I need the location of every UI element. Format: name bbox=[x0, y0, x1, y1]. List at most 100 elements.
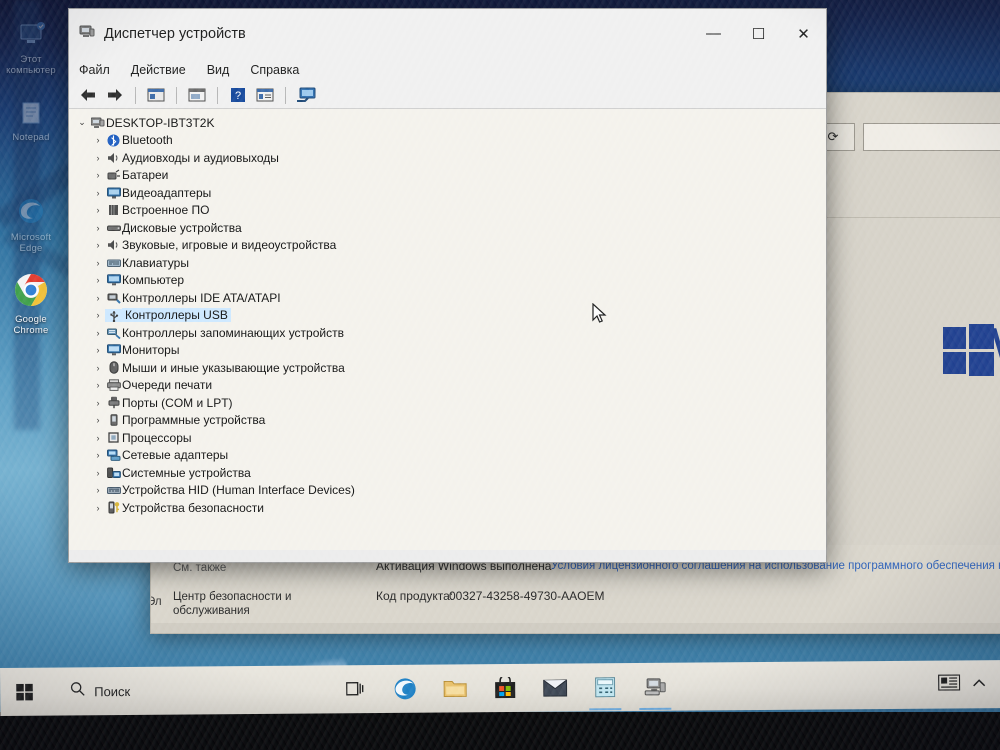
chevron-right-icon[interactable]: › bbox=[91, 415, 105, 425]
chevron-right-icon[interactable]: › bbox=[91, 275, 105, 285]
chevron-right-icon[interactable]: › bbox=[91, 188, 105, 198]
tree-item-ports[interactable]: › Порты (COM и LPT) bbox=[69, 394, 826, 412]
tree-item-hid-device[interactable]: › Устройства HID (Human Interface Devices… bbox=[69, 482, 826, 500]
chevron-right-icon[interactable]: › bbox=[91, 240, 105, 250]
chevron-right-icon[interactable]: › bbox=[91, 398, 105, 408]
microsoft-edge-icon[interactable] bbox=[380, 665, 430, 713]
file-explorer-icon[interactable] bbox=[430, 664, 480, 712]
chevron-right-icon[interactable]: › bbox=[91, 153, 105, 163]
menu-bar[interactable]: Файл Действие Вид Справка bbox=[69, 58, 826, 82]
monitor-icon bbox=[105, 344, 122, 356]
tree-item-label: Контроллеры USB bbox=[122, 308, 231, 323]
chevron-right-icon[interactable]: › bbox=[91, 363, 105, 373]
tree-item-firmware[interactable]: › Встроенное ПО bbox=[69, 202, 826, 220]
toolbar[interactable]: ? bbox=[69, 82, 826, 109]
tree-root-item[interactable]: ⌄ DESKTOP-IBT3T2K bbox=[69, 114, 826, 132]
menu-item-file[interactable]: Файл bbox=[79, 63, 110, 77]
show-hidden-icons-chevron-icon[interactable] bbox=[972, 675, 986, 693]
tree-item-system-device[interactable]: › Системные устройства bbox=[69, 464, 826, 482]
toolbar-separator bbox=[285, 86, 286, 104]
chevron-right-icon[interactable]: › bbox=[91, 170, 105, 180]
minimize-button[interactable]: — bbox=[691, 9, 736, 58]
device-tree[interactable]: ⌄ DESKTOP-IBT3T2K › Bluetooth › Аудиовходы … bbox=[69, 109, 826, 550]
system-search-input[interactable] bbox=[863, 123, 1000, 151]
desktop-icon-this-pc[interactable]: Этот компьютер bbox=[0, 22, 62, 76]
news-and-interests-icon[interactable] bbox=[937, 673, 961, 695]
menu-item-view[interactable]: Вид bbox=[207, 63, 230, 77]
task-view-icon[interactable] bbox=[330, 665, 380, 713]
show-console-tree-icon[interactable] bbox=[145, 85, 167, 105]
tree-item-network-adapter[interactable]: › Сетевые адаптеры bbox=[69, 447, 826, 465]
chevron-right-icon[interactable]: › bbox=[91, 293, 105, 303]
tree-item-monitor[interactable]: › Мониторы bbox=[69, 342, 826, 360]
properties-icon[interactable] bbox=[186, 85, 208, 105]
tree-item-mouse[interactable]: › Мыши и иные указывающие устройства bbox=[69, 359, 826, 377]
product-key-label: Код продукта: bbox=[376, 589, 454, 603]
chevron-right-icon[interactable]: › bbox=[91, 345, 105, 355]
chevron-right-icon[interactable]: › bbox=[91, 135, 105, 145]
tree-item-battery[interactable]: › Батареи bbox=[69, 167, 826, 185]
tree-item-label: Устройства безопасности bbox=[122, 500, 264, 515]
title-bar[interactable]: Диспетчер устройств — ☐ ✕ bbox=[69, 9, 826, 58]
tree-item-label: Порты (COM и LPT) bbox=[122, 395, 233, 410]
microsoft-store-icon[interactable] bbox=[480, 664, 530, 712]
chevron-right-icon[interactable]: › bbox=[91, 205, 105, 215]
tree-item-display-adapter[interactable]: › Видеоадаптеры bbox=[69, 184, 826, 202]
chevron-right-icon[interactable]: › bbox=[91, 503, 105, 513]
scan-hardware-changes-icon[interactable] bbox=[295, 85, 317, 105]
calculator-icon[interactable] bbox=[580, 663, 630, 711]
chevron-right-icon[interactable]: › bbox=[91, 468, 105, 478]
update-driver-icon[interactable] bbox=[254, 85, 276, 105]
storage-controller-icon bbox=[105, 327, 122, 339]
chevron-right-icon[interactable]: › bbox=[91, 485, 105, 495]
device-manager-window[interactable]: Диспетчер устройств — ☐ ✕ Файл Действие … bbox=[68, 8, 827, 563]
system-tray[interactable] bbox=[937, 673, 1000, 695]
tree-item-keyboard[interactable]: › Клавиатуры bbox=[69, 254, 826, 272]
taskbar[interactable]: Поиск bbox=[0, 660, 1000, 716]
tree-item-label: Компьютер bbox=[122, 273, 185, 288]
desktop-icon-label: Microsoft Edge bbox=[10, 232, 52, 254]
see-also-link[interactable]: Центр безопасности и обслуживания bbox=[173, 590, 323, 618]
chevron-right-icon[interactable]: › bbox=[91, 380, 105, 390]
chevron-right-icon[interactable]: › bbox=[91, 258, 105, 268]
tree-children: › Bluetooth › Аудиовходы и аудиовыходы › Бата… bbox=[69, 132, 826, 517]
menu-item-action[interactable]: Действие bbox=[131, 63, 186, 77]
desktop-icon-chrome[interactable]: Google Chrome bbox=[0, 272, 62, 336]
tree-item-sound-video-game[interactable]: › Звуковые, игровые и видеоустройства bbox=[69, 237, 826, 255]
chevron-right-icon[interactable]: › bbox=[91, 433, 105, 443]
see-also-heading: См. также bbox=[173, 562, 227, 574]
tree-item-audio-io[interactable]: › Аудиовходы и аудиовыходы bbox=[69, 149, 826, 167]
chevron-right-icon[interactable]: › bbox=[91, 450, 105, 460]
forward-icon[interactable] bbox=[104, 85, 126, 105]
back-icon[interactable] bbox=[77, 85, 99, 105]
tree-item-software-device[interactable]: › Программные устройства bbox=[69, 412, 826, 430]
chevron-right-icon[interactable]: › bbox=[91, 223, 105, 233]
computer-icon bbox=[105, 274, 122, 286]
tree-item-label: Батареи bbox=[122, 168, 169, 183]
tree-item-computer[interactable]: › Компьютер bbox=[69, 272, 826, 290]
chevron-down-icon[interactable]: ⌄ bbox=[75, 117, 89, 128]
tree-item-security-device[interactable]: › Устройства безопасности bbox=[69, 499, 826, 517]
software-device-icon bbox=[105, 414, 122, 427]
desktop-icon-notepad[interactable]: Notepad bbox=[0, 100, 62, 144]
mail-icon[interactable] bbox=[530, 663, 580, 711]
desktop-icon-edge[interactable]: Microsoft Edge bbox=[0, 196, 62, 254]
chevron-right-icon[interactable]: › bbox=[91, 328, 105, 338]
help-icon[interactable]: ? bbox=[227, 85, 249, 105]
device-manager-taskbar-icon[interactable] bbox=[630, 663, 680, 711]
windows-start-icon[interactable] bbox=[0, 668, 48, 716]
tree-item-disk-drive[interactable]: › Дисковые устройства bbox=[69, 219, 826, 237]
tree-item-print-queue[interactable]: › Очереди печати bbox=[69, 377, 826, 395]
chevron-right-icon[interactable]: › bbox=[91, 310, 105, 320]
maximize-button[interactable]: ☐ bbox=[736, 9, 781, 58]
tree-item-usb-controller[interactable]: › Контроллеры USB bbox=[69, 307, 826, 325]
tree-item-bluetooth[interactable]: › Bluetooth bbox=[69, 132, 826, 150]
close-button[interactable]: ✕ bbox=[781, 9, 826, 58]
tree-item-storage-controller[interactable]: › Контроллеры запоминающих устройств bbox=[69, 324, 826, 342]
search-input[interactable]: Поиск bbox=[70, 681, 130, 701]
tree-item-ide-controller[interactable]: › Контроллеры IDE ATA/ATAPI bbox=[69, 289, 826, 307]
menu-item-help[interactable]: Справка bbox=[250, 63, 299, 77]
mouse-icon bbox=[105, 361, 122, 374]
tree-item-processor[interactable]: › Процессоры bbox=[69, 429, 826, 447]
usb-controller-icon bbox=[105, 308, 122, 322]
